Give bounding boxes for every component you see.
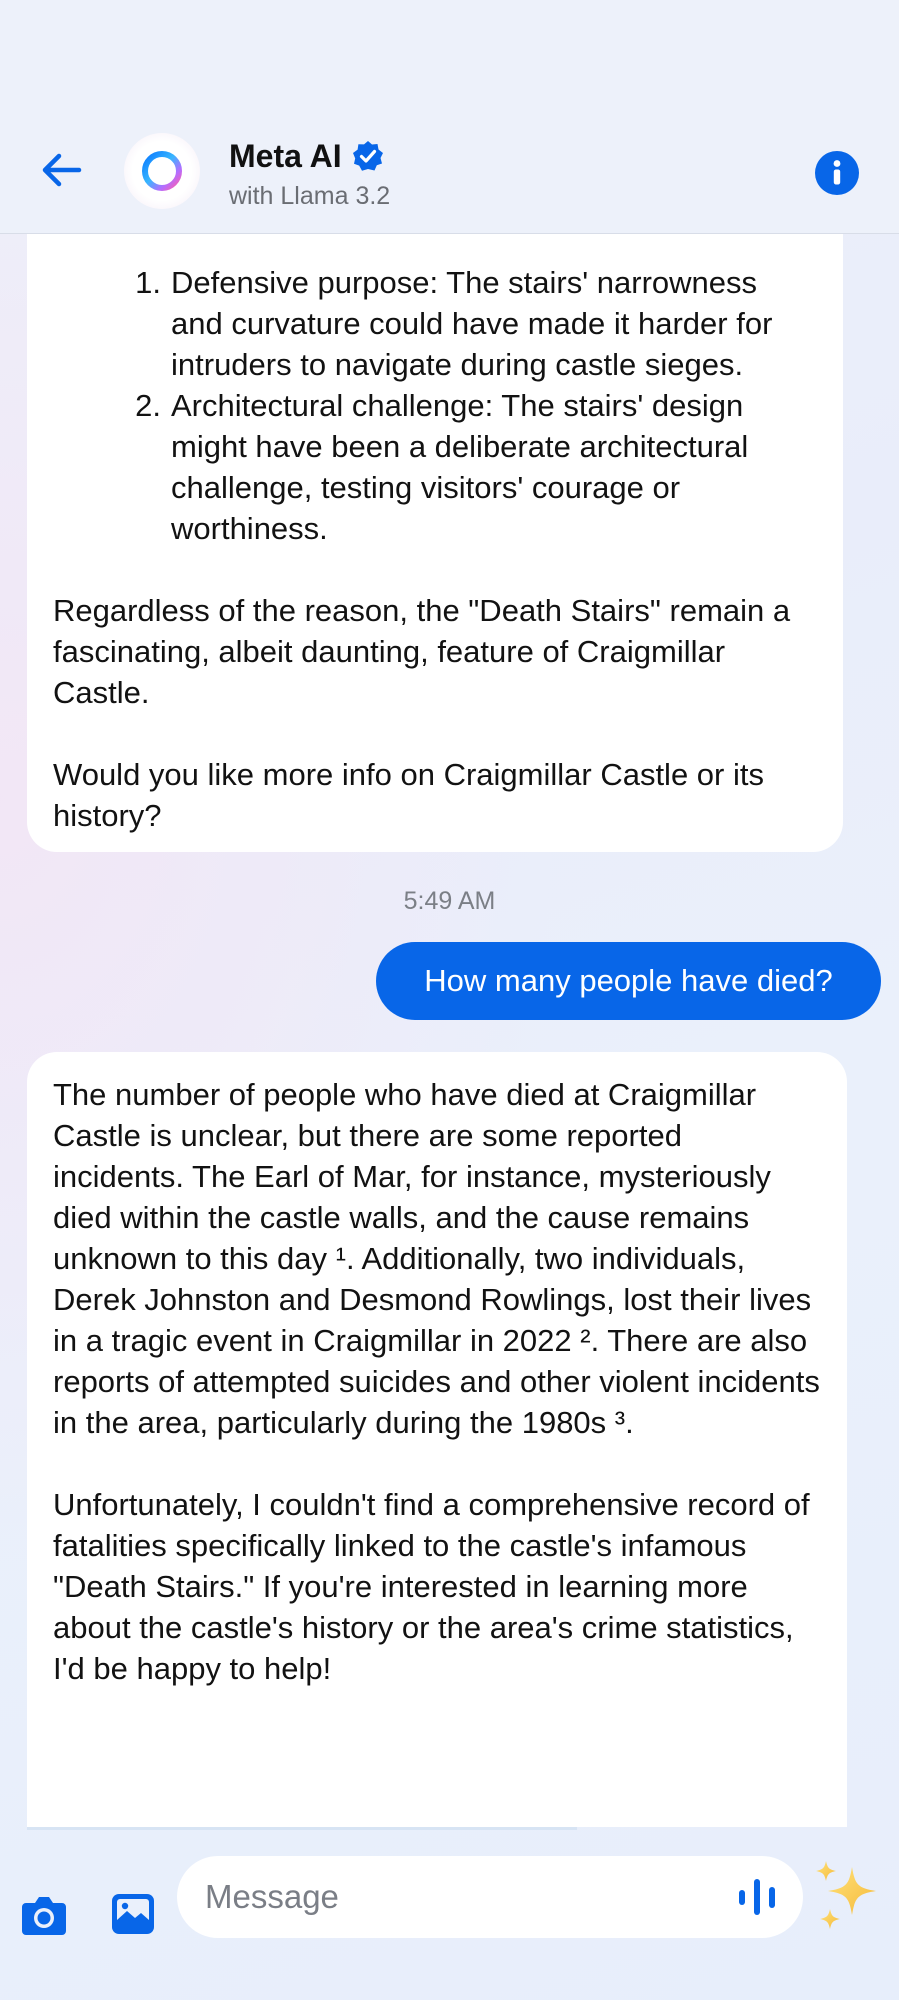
ai-message-bubble[interactable]: 1. Defensive purpose: The stairs' narrow… bbox=[27, 200, 843, 852]
title-row[interactable]: Meta AI bbox=[229, 136, 384, 176]
message-field[interactable] bbox=[177, 1856, 803, 1938]
list-item: 2. Architectural challenge: The stairs' … bbox=[53, 385, 817, 549]
camera-icon[interactable] bbox=[20, 1893, 68, 1937]
chat-title: Meta AI bbox=[229, 137, 342, 174]
user-message-bubble[interactable]: How many people have died? bbox=[376, 942, 881, 1020]
sparkles-icon[interactable] bbox=[812, 1857, 882, 1933]
list-item-text: Architectural challenge: The stairs' des… bbox=[171, 388, 749, 546]
user-message-text: How many people have died? bbox=[424, 963, 833, 998]
message-input[interactable] bbox=[205, 1856, 685, 1938]
info-icon[interactable] bbox=[815, 151, 859, 195]
message-paragraph: The number of people who have died at Cr… bbox=[53, 1077, 820, 1440]
meta-ai-avatar[interactable] bbox=[124, 133, 200, 209]
meta-ai-ring-icon bbox=[142, 151, 182, 191]
chat-header: Meta AI with Llama 3.2 bbox=[0, 0, 899, 234]
chat-subtitle: with Llama 3.2 bbox=[229, 182, 391, 210]
message-paragraph: Would you like more info on Craigmillar … bbox=[53, 757, 764, 833]
ai-message-bubble[interactable]: The number of people who have died at Cr… bbox=[27, 1052, 847, 1827]
verified-badge-icon bbox=[352, 140, 384, 172]
message-paragraph: Unfortunately, I couldn't find a compreh… bbox=[53, 1487, 810, 1686]
list-item-text: Defensive purpose: The stairs' narrownes… bbox=[171, 265, 773, 382]
image-gallery-icon[interactable] bbox=[110, 1892, 156, 1936]
numbered-list: 1. Defensive purpose: The stairs' narrow… bbox=[53, 262, 817, 549]
arrow-left-icon[interactable] bbox=[36, 145, 86, 195]
message-timestamp: 5:49 AM bbox=[403, 887, 496, 915]
list-item-number: 1. bbox=[135, 265, 161, 300]
list-item: 1. Defensive purpose: The stairs' narrow… bbox=[53, 262, 817, 385]
message-composer bbox=[0, 1830, 899, 2000]
voice-waveform-icon[interactable] bbox=[734, 1874, 780, 1920]
list-item-number: 2. bbox=[135, 388, 161, 423]
message-paragraph: Regardless of the reason, the "Death Sta… bbox=[53, 593, 791, 710]
